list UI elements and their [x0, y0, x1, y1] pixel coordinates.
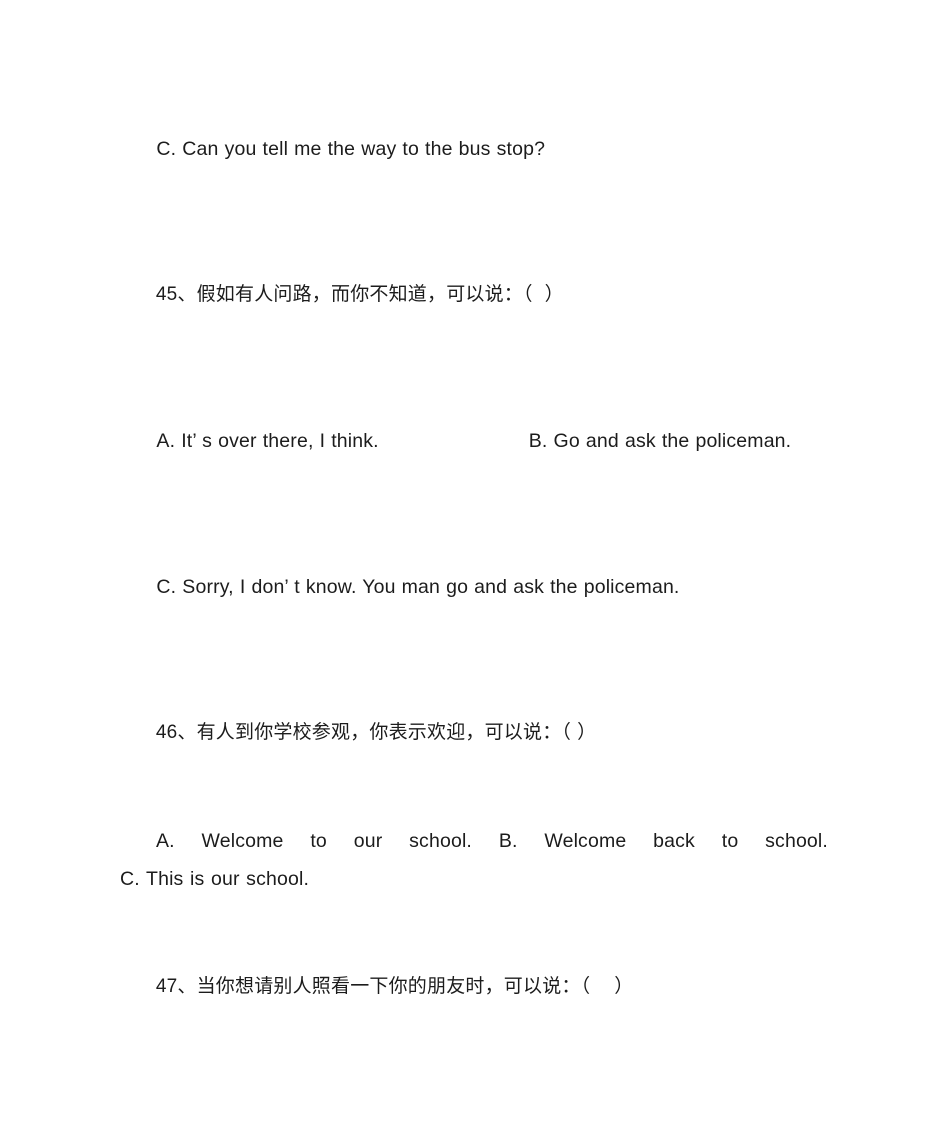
question-stem-text: 45、假如有人问路，而你不知道，可以说：（ ）	[155, 284, 564, 305]
option-line-46: A. Welcome to our school. B. Welcome bac…	[120, 822, 828, 930]
document-page: C. Can you tell me the way to the bus st…	[0, 0, 945, 1123]
document-body: C. Can you tell me the way to the bus st…	[120, 92, 828, 1123]
question-stem-47: 47、当你想请别人照看一下你的朋友时，可以说：（ ）	[120, 930, 828, 1076]
option-text: C. Can you tell me the way to the bus st…	[156, 138, 546, 160]
option-line-45ab: A. It’ s over there, I think. B. Go and a…	[120, 384, 828, 530]
question-stem-45: 45、假如有人问路，而你不知道，可以说：（ ）	[120, 238, 828, 384]
option-c: C. Sorry, I don’ t know. You man go and …	[156, 576, 680, 598]
question-stem-text: 47、当你想请别人照看一下你的朋友时，可以说：（ ）	[155, 976, 634, 997]
question-stem-text: 46、有人到你学校参观，你表示欢迎，可以说：（ ）	[155, 722, 597, 743]
option-a: A. It’ s over there, I think.	[156, 430, 379, 452]
option-a: A. Welcome to our school.	[156, 830, 472, 852]
option-line-44c: C. Can you tell me the way to the bus st…	[120, 92, 828, 238]
question-stem-46: 46、有人到你学校参观，你表示欢迎，可以说：（ ）	[120, 676, 828, 822]
option-line-45c: C. Sorry, I don’ t know. You man go and …	[120, 530, 828, 676]
option-b: B. Go and ask the policeman.	[528, 430, 792, 452]
option-b: B. Welcome back to school.	[498, 830, 828, 852]
option-line-47ab: A. Come and help me, please.B. Please lo…	[120, 1076, 828, 1123]
option-c: C. This is our school.	[120, 868, 310, 890]
